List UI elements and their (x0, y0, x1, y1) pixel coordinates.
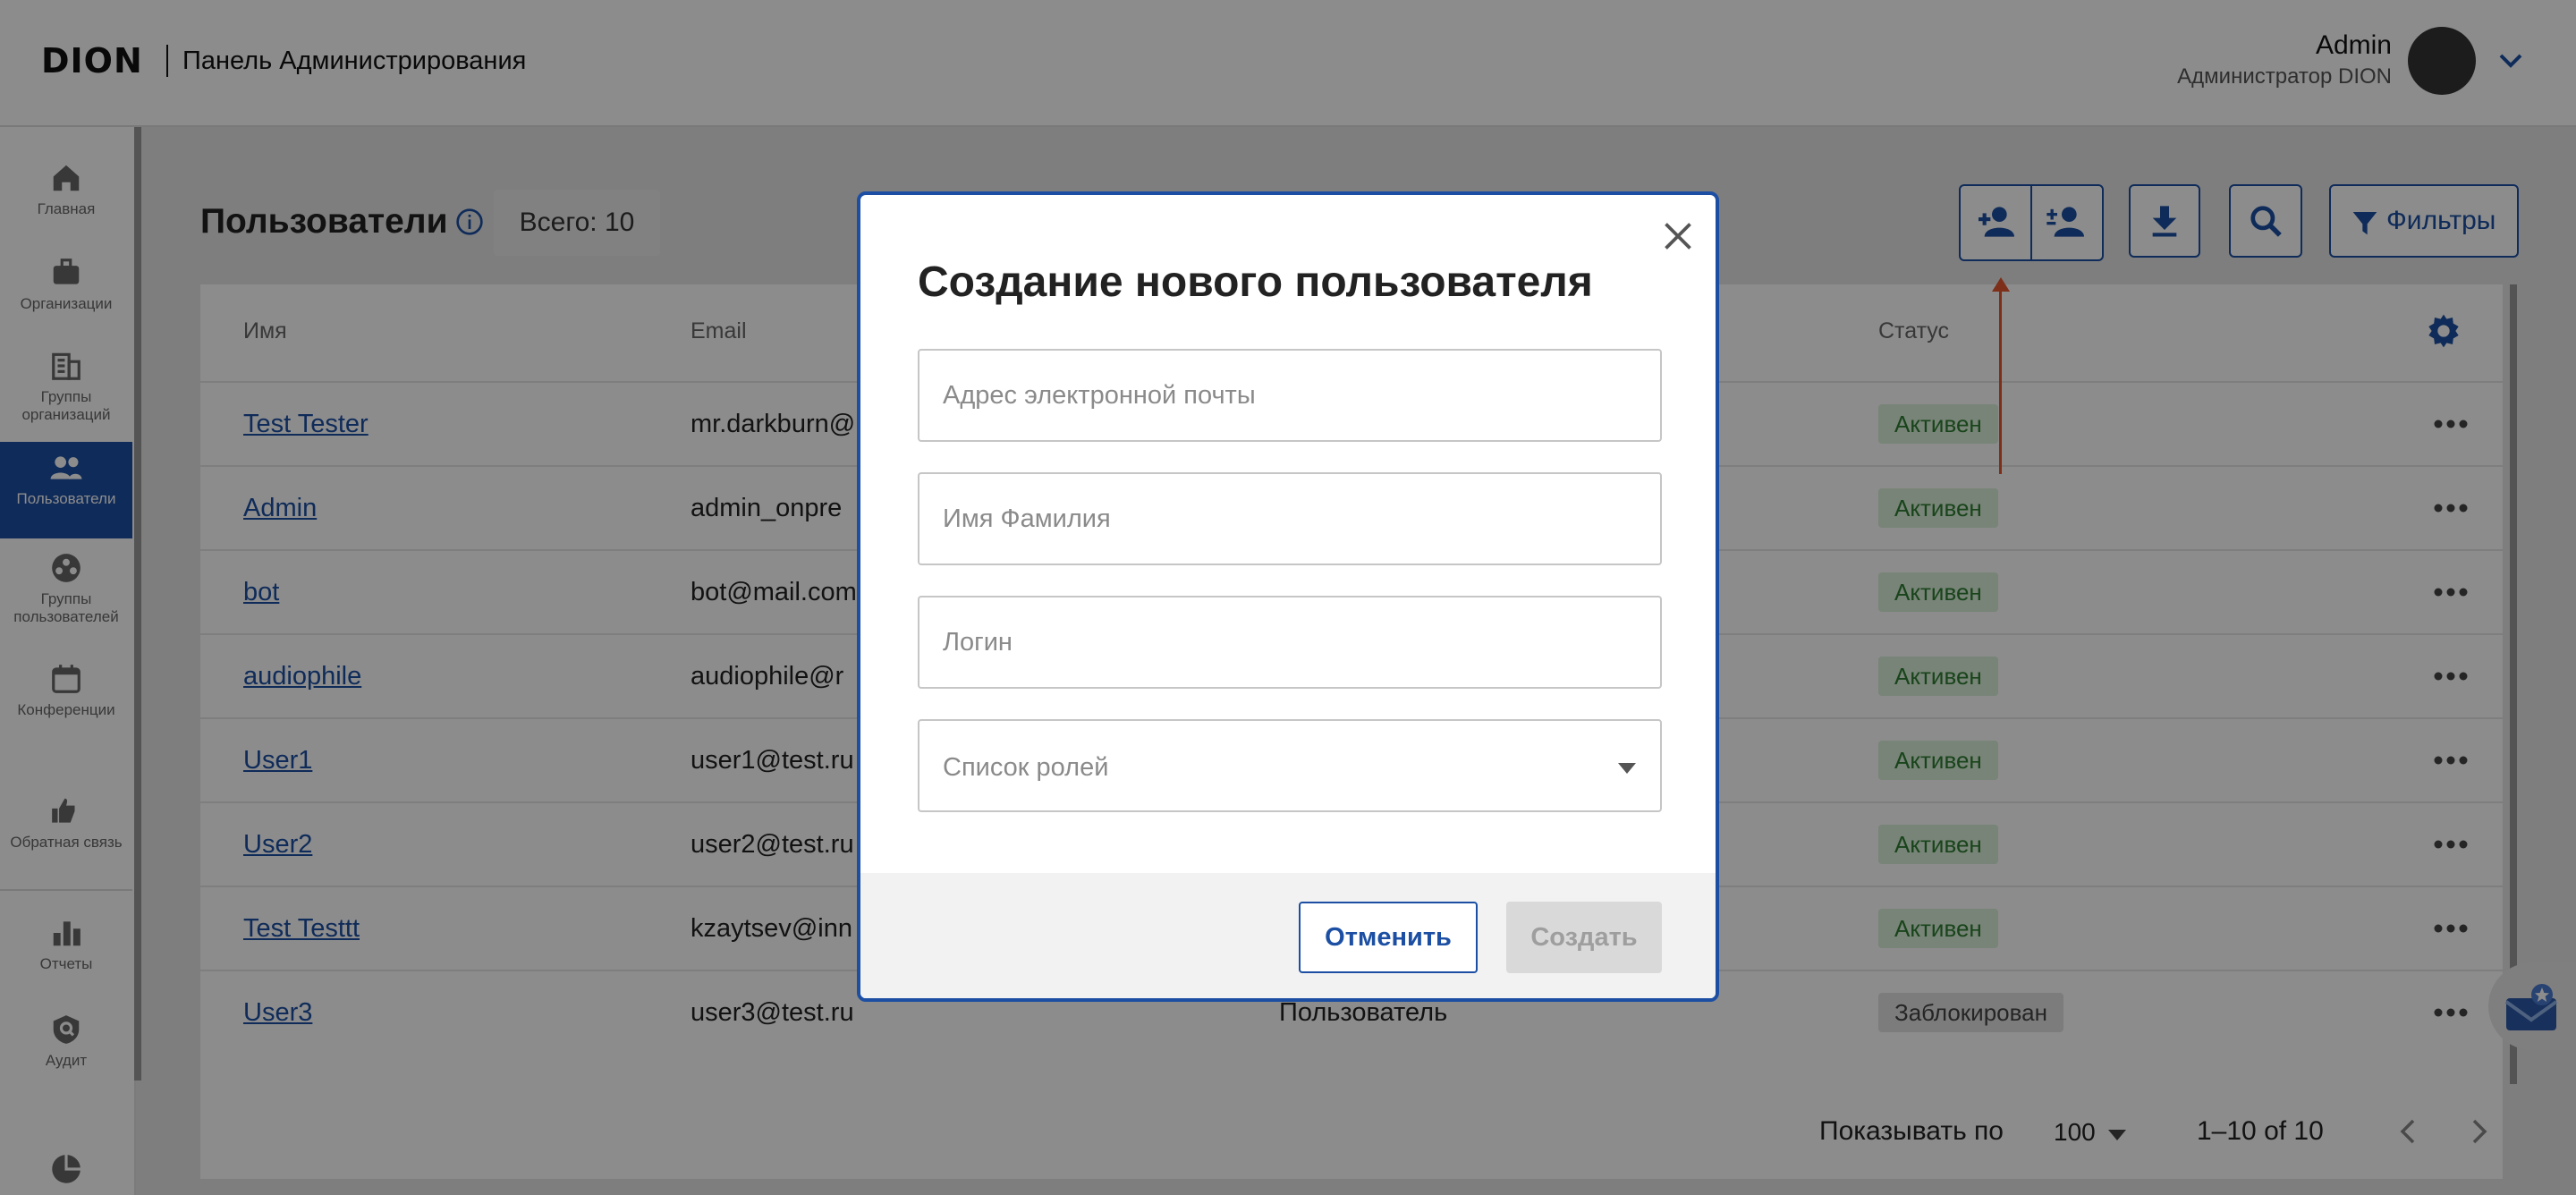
dialog-footer: Отменить Создать (860, 873, 1716, 998)
roles-select-placeholder: Список ролей (943, 753, 1109, 782)
caret-down-icon (1618, 763, 1636, 774)
full-name-field[interactable] (918, 472, 1662, 565)
dialog-title: Создание нового пользователя (918, 258, 1593, 306)
cancel-button[interactable]: Отменить (1299, 902, 1478, 973)
create-button[interactable]: Создать (1506, 902, 1662, 973)
email-field[interactable] (918, 349, 1662, 442)
login-field[interactable] (918, 596, 1662, 689)
create-user-dialog: Создание нового пользователя Список роле… (857, 191, 1719, 1002)
close-icon[interactable] (1662, 220, 1694, 252)
roles-select[interactable]: Список ролей (918, 719, 1662, 812)
